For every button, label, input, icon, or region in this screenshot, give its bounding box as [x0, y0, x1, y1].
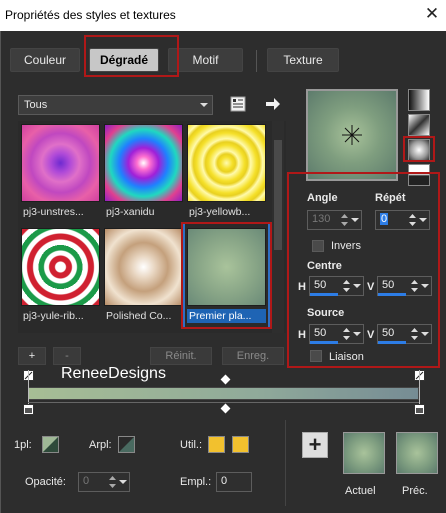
link-checkbox[interactable]	[310, 350, 322, 362]
resource-manager-icon[interactable]	[229, 95, 247, 113]
tab-color[interactable]: Couleur	[10, 48, 80, 72]
updown-icon[interactable]	[410, 278, 419, 294]
background-stop-label: Arpl:	[89, 439, 112, 451]
scrollbar-thumb[interactable]	[274, 140, 282, 250]
opacity-label: Opacité:	[25, 476, 66, 488]
tab-texture[interactable]: Texture	[267, 48, 339, 72]
user-color-swatch[interactable]	[208, 436, 225, 453]
source-v-spinner[interactable]: 50	[377, 324, 432, 344]
center-h-value: 50	[314, 279, 327, 291]
user-color-label: Util.:	[180, 439, 202, 451]
rectangular-style-button[interactable]	[408, 114, 430, 136]
preset-label: pj3-unstres...	[23, 206, 84, 218]
preset-label: pj3-yellowb...	[189, 206, 251, 218]
current-label: Actuel	[345, 485, 376, 497]
center-crosshair-icon[interactable]	[308, 91, 396, 179]
location-input[interactable]: 0	[216, 472, 252, 492]
updown-icon[interactable]	[108, 474, 117, 490]
updown-icon[interactable]	[342, 278, 351, 294]
previous-label: Préc.	[402, 485, 428, 497]
arrow-right-icon[interactable]	[264, 95, 282, 113]
style-highlight-box	[403, 136, 435, 162]
gradient-preview[interactable]	[306, 89, 398, 181]
location-label: Empl.:	[180, 476, 212, 488]
opacity-value: 0	[83, 475, 90, 487]
preset-label: pj3-yule-rib...	[23, 310, 84, 322]
remove-preset-button[interactable]: -	[53, 347, 81, 365]
center-v-level-bar	[378, 293, 406, 296]
current-gradient-swatch[interactable]	[343, 432, 385, 474]
updown-icon[interactable]	[342, 326, 351, 342]
preset-thumbnail[interactable]	[187, 124, 266, 202]
chevron-down-icon[interactable]	[419, 218, 427, 222]
invert-checkbox[interactable]	[312, 240, 324, 252]
invert-label: Invers	[331, 240, 361, 252]
repeat-value: 0	[380, 213, 389, 225]
chevron-down-icon[interactable]	[353, 284, 361, 288]
category-dropdown-value: Tous	[24, 99, 48, 111]
angle-value: 130	[312, 213, 331, 225]
chevron-down-icon[interactable]	[421, 332, 429, 336]
watermark-text: ReneeDesigns	[61, 365, 166, 382]
opacity-spinner[interactable]: 0	[78, 472, 130, 492]
source-label: Source	[307, 307, 345, 319]
location-value: 0	[221, 475, 228, 487]
center-v-label: V	[367, 281, 375, 293]
chevron-down-icon[interactable]	[119, 480, 127, 484]
updown-icon[interactable]	[410, 326, 419, 342]
tab-highlight-box	[84, 35, 179, 77]
preset-thumbnail[interactable]	[21, 124, 100, 202]
tab-pattern[interactable]: Motif	[168, 48, 243, 72]
window-title: Propriétés des styles et textures	[5, 8, 176, 22]
source-h-level-bar	[310, 341, 338, 344]
angle-spinner[interactable]: 130	[307, 210, 362, 230]
source-v-level-bar	[378, 341, 406, 344]
chevron-down-icon[interactable]	[351, 218, 359, 222]
center-h-spinner[interactable]: 50	[309, 276, 364, 296]
center-label: Centre	[307, 260, 342, 272]
preset-thumbnail[interactable]	[21, 228, 100, 306]
source-h-label: H	[298, 329, 306, 341]
linear-style-button[interactable]	[408, 89, 430, 111]
gradient-bar[interactable]	[28, 387, 419, 400]
chevron-down-icon[interactable]	[421, 284, 429, 288]
reset-button[interactable]: Réinit.	[150, 347, 212, 365]
source-h-value: 50	[314, 327, 327, 339]
tab-separator	[256, 50, 257, 72]
preset-highlight-box	[181, 222, 272, 329]
preset-label: pj3-xanidu	[106, 206, 155, 218]
stop-marker-bottom-right[interactable]	[414, 404, 425, 415]
category-dropdown[interactable]: Tous	[18, 95, 213, 115]
source-v-label: V	[367, 329, 375, 341]
center-v-value: 50	[382, 279, 395, 291]
preset-thumbnail[interactable]	[104, 228, 183, 306]
add-to-swatches-button[interactable]: +	[302, 432, 328, 458]
center-h-label: H	[298, 281, 306, 293]
stop-line-left	[28, 370, 29, 405]
previous-gradient-swatch[interactable]	[396, 432, 438, 474]
save-button[interactable]: Enreg.	[222, 347, 284, 365]
add-preset-button[interactable]: +	[18, 347, 46, 365]
chevron-down-icon	[200, 103, 208, 107]
source-v-value: 50	[382, 327, 395, 339]
center-v-spinner[interactable]: 50	[377, 276, 432, 296]
center-h-level-bar	[310, 293, 338, 296]
background-stop-swatch[interactable]	[118, 436, 135, 453]
updown-icon[interactable]	[408, 212, 417, 228]
link-label: Liaison	[329, 351, 364, 363]
preset-thumbnail[interactable]	[104, 124, 183, 202]
stop-line-right	[419, 370, 420, 405]
foreground-stop-label: 1pl:	[14, 439, 32, 451]
gradient-bar-baseline	[28, 402, 419, 403]
foreground-stop-swatch[interactable]	[42, 436, 59, 453]
divider	[285, 420, 286, 506]
updown-icon[interactable]	[340, 212, 349, 228]
user-color-picker-swatch[interactable]	[232, 436, 249, 453]
source-h-spinner[interactable]: 50	[309, 324, 364, 344]
chevron-down-icon[interactable]	[353, 332, 361, 336]
preset-label: Polished Co...	[106, 310, 172, 322]
repeat-spinner[interactable]: 0	[375, 210, 430, 230]
stop-marker-bottom-left[interactable]	[23, 404, 34, 415]
close-icon[interactable]: ✕	[423, 4, 441, 24]
